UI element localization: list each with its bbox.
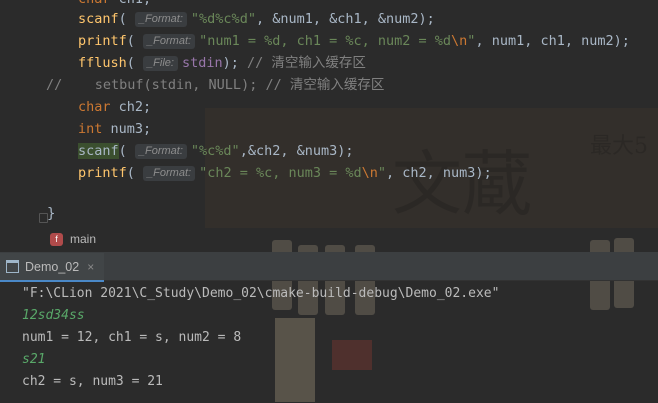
code-token: "%c%d" bbox=[190, 143, 240, 159]
code-token: scanf bbox=[78, 11, 119, 27]
function-icon: f bbox=[50, 232, 63, 246]
code-token: ( bbox=[118, 143, 135, 159]
code-token: "%d%c%d" bbox=[190, 11, 256, 27]
parameter-hint: _Format: bbox=[143, 34, 196, 49]
console-line: s21 bbox=[22, 352, 46, 367]
parameter-hint: _File: bbox=[143, 56, 178, 71]
code-token: "num1 = %d, ch1 = %c, num2 = %d bbox=[199, 33, 452, 49]
code-line[interactable]: printf( _Format: "ch2 = %c, num3 = %d\n",… bbox=[78, 162, 492, 184]
code-token: "ch2 = %c, num3 = %d bbox=[199, 165, 362, 181]
code-editor[interactable]: char ch1;scanf( _Format:"%d%c%d", &num1,… bbox=[0, 0, 658, 250]
code-token: ( bbox=[126, 165, 144, 181]
code-token: ch1; bbox=[111, 0, 152, 7]
code-line[interactable]: scanf( _Format: "%c%d",&ch2, &num3); bbox=[78, 140, 354, 162]
code-token: ( bbox=[118, 11, 135, 27]
code-token: printf bbox=[78, 33, 127, 49]
code-line[interactable]: scanf( _Format: "%d%c%d", &num1, &ch1, &n… bbox=[78, 8, 435, 30]
parameter-hint: _Format: bbox=[143, 166, 196, 181]
console-line: ch2 = s, num3 = 21 bbox=[22, 374, 163, 389]
code-token: // setbuf(stdin, NULL); // 清空输入缓存区 bbox=[46, 77, 385, 93]
console-icon bbox=[6, 260, 19, 273]
code-token: // 清空输入缓存区 bbox=[246, 55, 366, 71]
console-line: num1 = 12, ch1 = s, num2 = 8 bbox=[22, 330, 242, 345]
code-token: ( bbox=[126, 33, 144, 49]
tab-label: Demo_02 bbox=[25, 259, 80, 274]
code-token: scanf bbox=[78, 143, 119, 159]
breadcrumb[interactable]: f main bbox=[50, 232, 96, 246]
code-token: , num1, ch1, num2); bbox=[475, 33, 630, 49]
code-token: ); bbox=[222, 55, 247, 71]
run-tab-bar: Demo_02 × bbox=[0, 253, 658, 282]
console-line: "F:\CLion 2021\C_Study\Demo_02\cmake-bui… bbox=[22, 286, 500, 301]
code-token: ( bbox=[126, 55, 144, 71]
code-token: , &num1, &ch1, &num2); bbox=[255, 11, 435, 27]
code-token: , ch2, num3); bbox=[386, 165, 492, 181]
run-panel: Demo_02 × "F:\CLion 2021\C_Study\Demo_02… bbox=[0, 252, 658, 403]
code-token: char bbox=[78, 99, 111, 115]
code-line[interactable]: printf( _Format: "num1 = %d, ch1 = %c, nu… bbox=[78, 30, 630, 52]
console-output[interactable]: "F:\CLion 2021\C_Study\Demo_02\cmake-bui… bbox=[0, 281, 658, 403]
parameter-hint: _Format: bbox=[134, 144, 187, 159]
console-line: 12sd34ss bbox=[22, 308, 85, 323]
code-token: ,&ch2, &num3); bbox=[239, 143, 354, 159]
code-token: char bbox=[78, 0, 111, 7]
code-token: stdin bbox=[181, 55, 223, 71]
code-token: \n bbox=[451, 33, 468, 49]
code-token: int bbox=[78, 121, 103, 137]
code-token: fflush bbox=[78, 55, 127, 71]
parameter-hint: _Format: bbox=[134, 12, 187, 27]
breadcrumb-label[interactable]: main bbox=[70, 232, 96, 246]
code-line[interactable]: char ch2; bbox=[78, 96, 151, 118]
code-token: printf bbox=[78, 165, 127, 181]
code-line[interactable]: int num3; bbox=[78, 118, 151, 140]
tab-demo-02[interactable]: Demo_02 × bbox=[0, 253, 105, 282]
code-token: " bbox=[377, 165, 387, 181]
code-token: \n bbox=[361, 165, 378, 181]
code-line[interactable]: // setbuf(stdin, NULL); // 清空输入缓存区 bbox=[46, 74, 384, 96]
code-token: num3; bbox=[102, 121, 152, 137]
code-token: ch2; bbox=[110, 99, 152, 115]
code-line[interactable]: fflush( _File: stdin); // 清空输入缓存区 bbox=[78, 52, 366, 74]
closing-brace: } bbox=[47, 206, 56, 222]
close-icon[interactable]: × bbox=[87, 260, 94, 274]
